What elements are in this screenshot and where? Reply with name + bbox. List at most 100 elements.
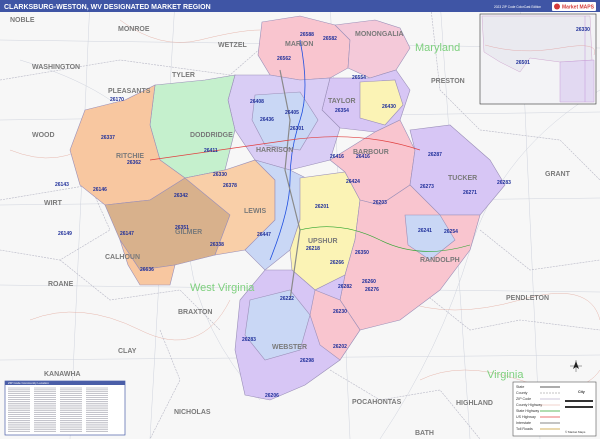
- zip-label: 26342: [174, 193, 188, 199]
- county-label: POCAHONTAS: [352, 399, 402, 406]
- zip-label: 26351: [175, 225, 189, 231]
- zip-label: 26436: [260, 117, 274, 123]
- brand-logo: Market MAPS: [552, 2, 596, 11]
- zip-label: 26143: [55, 182, 69, 188]
- zip-label: 26338: [210, 242, 224, 248]
- county-label: NICHOLAS: [174, 409, 211, 416]
- legend-item-label: Toll Roads: [516, 427, 533, 431]
- legend-item-label: County: [516, 391, 528, 395]
- zip-label: 26424: [346, 179, 360, 185]
- zip-label: 26230: [333, 309, 347, 315]
- legend-scale-title: City: [578, 390, 585, 394]
- zip-label: 26298: [300, 358, 314, 364]
- zip-label: 26378: [223, 183, 237, 189]
- zip-label: 26273: [420, 184, 434, 190]
- zip-label: 26147: [120, 231, 134, 237]
- county-label: HIGHLAND: [456, 400, 493, 407]
- zip-label: 26562: [277, 56, 291, 62]
- zip-label: 26282: [338, 284, 352, 290]
- zip-label: 26416: [330, 154, 344, 160]
- inset-zip-label: 26501: [516, 60, 530, 66]
- county-label: DODDRIDGE: [190, 132, 233, 139]
- legend-item-label: County Highway: [516, 403, 542, 407]
- zip-label: 26416: [356, 154, 370, 160]
- zip-label: 26260: [362, 279, 376, 285]
- county-label: KANAWHA: [44, 371, 81, 378]
- zip-label: 26330: [213, 172, 227, 178]
- county-label: ROANE: [48, 281, 74, 288]
- zip-label: 26203: [373, 200, 387, 206]
- zip-label: 26276: [365, 287, 379, 293]
- county-label: PRESTON: [431, 78, 465, 85]
- logo-text: Market MAPS: [562, 5, 595, 11]
- zip-label: 26430: [382, 104, 396, 110]
- legend-item-label: Interstate: [516, 421, 531, 425]
- county-label: MONONGALIA: [355, 31, 404, 38]
- zip-label: 26202: [333, 344, 347, 350]
- county-label: GRANT: [545, 171, 571, 178]
- scale-bar: [565, 400, 593, 402]
- zip-label: 26283: [242, 337, 256, 343]
- county-label: RANDOLPH: [420, 257, 460, 264]
- legend-item-label: US Highway: [516, 415, 536, 419]
- state-label-maryland: Maryland: [415, 42, 460, 54]
- inset-zip-label: 26330: [576, 27, 590, 33]
- county-label: WEBSTER: [272, 344, 307, 351]
- zip-label: 26301: [290, 126, 304, 132]
- county-label: MARION: [285, 41, 313, 48]
- zip-label: 26447: [257, 232, 271, 238]
- copyright: © Market Maps: [565, 430, 586, 434]
- zip-label: 26170: [110, 97, 124, 103]
- county-label: BATH: [415, 430, 434, 437]
- county-label: WASHINGTON: [32, 64, 80, 71]
- zip-label: 26271: [463, 190, 477, 196]
- county-label: PENDLETON: [506, 295, 549, 302]
- zip-label: 26283: [497, 180, 511, 186]
- state-label-west-virginia: West Virginia: [190, 282, 255, 294]
- county-label: CALHOUN: [105, 254, 140, 261]
- zip-label: 26582: [323, 36, 337, 42]
- zip-label: 26266: [330, 260, 344, 266]
- map-canvas[interactable]: Maryland West Virginia Virginia NOBLE MO…: [0, 0, 600, 439]
- county-label: MONROE: [118, 26, 150, 33]
- county-label: WETZEL: [218, 42, 247, 49]
- index-panel-title: ZIP Code Community Location: [8, 381, 49, 385]
- zip-label: 26287: [428, 152, 442, 158]
- county-label: CLAY: [118, 348, 137, 355]
- zip-label: 26222: [280, 296, 294, 302]
- state-label-virginia: Virginia: [487, 369, 524, 381]
- county-label: WIRT: [44, 200, 63, 207]
- county-label: TAYLOR: [328, 98, 356, 105]
- zip-label: 26218: [306, 246, 320, 252]
- county-label: PLEASANTS: [108, 88, 151, 95]
- zip-label: 26206: [265, 393, 279, 399]
- zip-label: 26636: [140, 267, 154, 273]
- zip-label: 26362: [127, 160, 141, 166]
- zip-label: 26241: [418, 228, 432, 234]
- county-label: UPSHUR: [308, 238, 338, 245]
- legend-item-label: ZIP Code: [516, 397, 531, 401]
- map-page: Maryland West Virginia Virginia NOBLE MO…: [0, 0, 600, 439]
- county-label: HARRISON: [256, 147, 293, 154]
- zip-label: 26408: [250, 99, 264, 105]
- zip-label: 26350: [355, 250, 369, 256]
- county-label: BRAXTON: [178, 309, 212, 316]
- scale-bar: [565, 406, 593, 408]
- zip-label: 26149: [58, 231, 72, 237]
- inset-map: 26330 26501: [479, 13, 597, 105]
- zip-label: 26354: [335, 108, 349, 114]
- zip-label: 26254: [444, 229, 458, 235]
- county-label: TYLER: [172, 72, 195, 79]
- legend-item-label: State: [516, 385, 524, 389]
- zip-label: 26405: [285, 110, 299, 116]
- county-label: NOBLE: [10, 17, 35, 24]
- zip-label: 26146: [93, 187, 107, 193]
- legend-item-label: State Highway: [516, 409, 539, 413]
- zip-label: 26411: [204, 148, 218, 154]
- page-title: CLARKSBURG-WESTON, WV DESIGNATED MARKET …: [4, 4, 211, 11]
- zip-label: 26201: [315, 204, 329, 210]
- zip-label: 26588: [300, 32, 314, 38]
- county-label: RITCHIE: [116, 153, 144, 160]
- county-label: WOOD: [32, 132, 55, 139]
- edition-label: 2023 ZIP Code ColorCast Edition: [494, 5, 541, 9]
